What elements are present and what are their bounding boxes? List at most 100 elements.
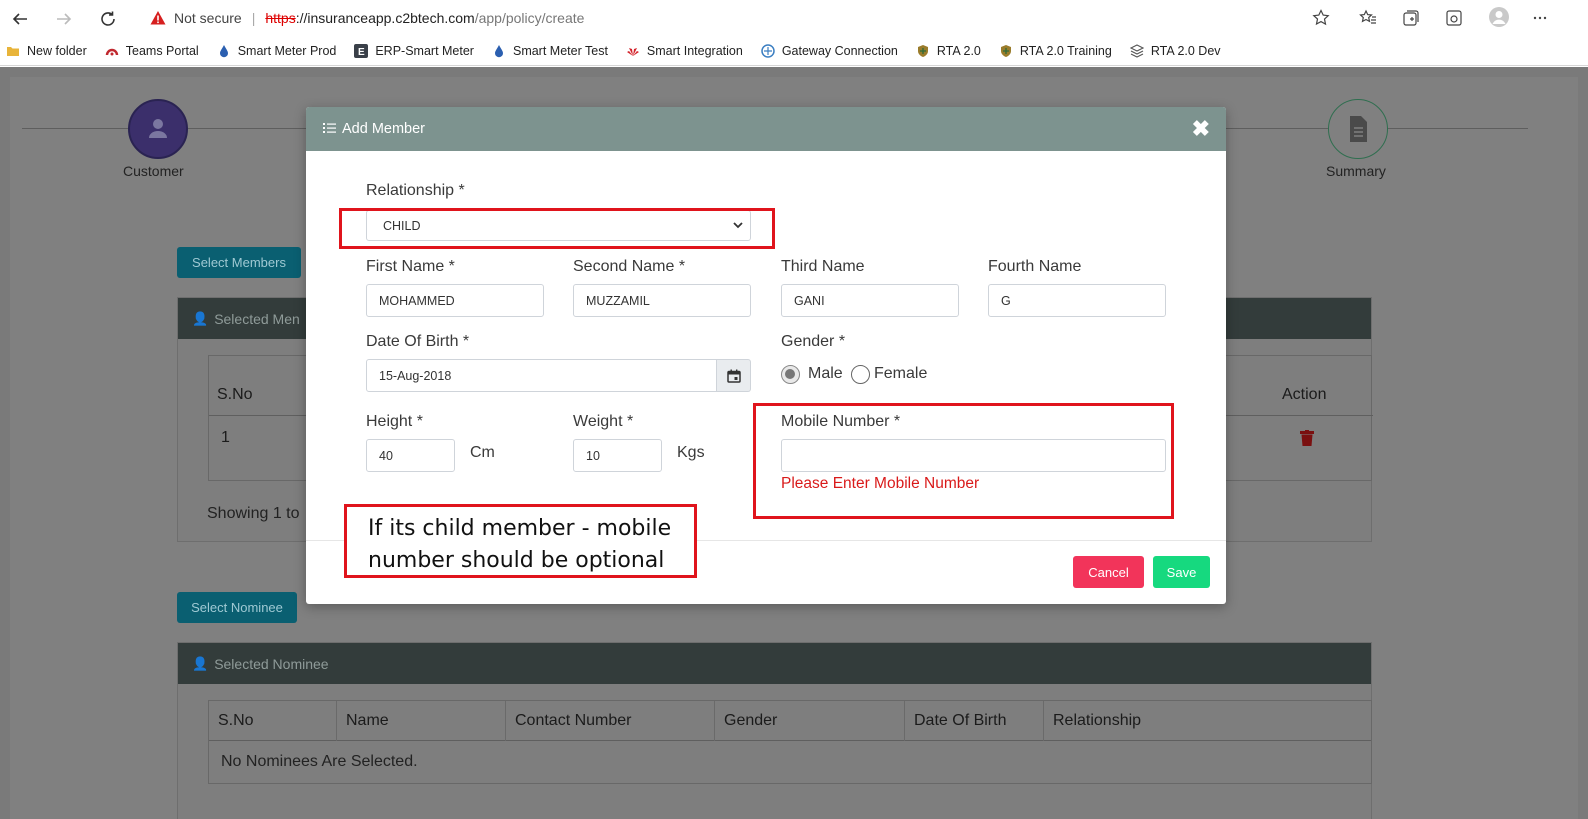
ie-mode-icon[interactable] bbox=[1442, 6, 1466, 30]
bookmark-label: New folder bbox=[27, 43, 87, 58]
profile-avatar-icon[interactable] bbox=[1487, 5, 1511, 29]
calendar-button[interactable] bbox=[717, 359, 751, 392]
cancel-button[interactable]: Cancel bbox=[1073, 556, 1144, 588]
step-customer[interactable] bbox=[128, 99, 188, 159]
members-showing-text: Showing 1 to bbox=[207, 505, 300, 522]
layers-icon bbox=[1129, 43, 1144, 58]
dob-label: Date Of Birth * bbox=[366, 333, 470, 350]
user-icon: 👤 bbox=[192, 310, 209, 326]
nominee-table-header: S.No Name Contact Number Gender Date Of … bbox=[209, 701, 1371, 741]
annotation-line-2: number should be optional bbox=[368, 548, 665, 573]
third-name-input[interactable]: GANI bbox=[781, 284, 959, 317]
svg-text:E: E bbox=[358, 47, 365, 58]
url-host: ://insuranceapp.c2btech.com bbox=[295, 10, 475, 26]
gender-female-radio[interactable] bbox=[851, 365, 870, 384]
bookmark-smart-meter-prod[interactable]: Smart Meter Prod bbox=[217, 43, 337, 58]
selected-nominee-title: Selected Nominee bbox=[214, 655, 329, 672]
selected-nominee-header: 👤 Selected Nominee bbox=[178, 643, 1371, 684]
bookmark-smart-meter-test[interactable]: Smart Meter Test bbox=[492, 44, 608, 58]
modal-header: Add Member ✖ bbox=[306, 107, 1226, 151]
nominee-col-name: Name bbox=[337, 701, 506, 741]
bookmark-label: Smart Integration bbox=[646, 43, 743, 58]
nominee-col-relationship: Relationship bbox=[1053, 712, 1142, 729]
favorite-add-icon[interactable] bbox=[1309, 6, 1333, 30]
dob-input[interactable]: 15-Aug-2018 bbox=[366, 359, 717, 392]
bookmark-label: Smart Meter Test bbox=[512, 43, 608, 58]
bookmark-label: Gateway Connection bbox=[781, 43, 898, 58]
select-nominee-button[interactable]: Select Nominee bbox=[177, 592, 297, 623]
nominee-col-dob: Date Of Birth bbox=[905, 701, 1044, 741]
url-path: /app/policy/create bbox=[474, 10, 585, 26]
gender-female-label: Female bbox=[874, 365, 928, 382]
close-icon[interactable]: ✖ bbox=[1192, 116, 1210, 142]
favorites-icon[interactable] bbox=[1356, 6, 1380, 30]
selected-nominee-panel: 👤 Selected Nominee S.No Name Contact Num… bbox=[177, 642, 1372, 819]
no-nominees-text: No Nominees Are Selected. bbox=[221, 753, 418, 770]
height-unit: Cm bbox=[470, 444, 495, 461]
mobile-highlight-box bbox=[753, 403, 1174, 519]
nominee-table: S.No Name Contact Number Gender Date Of … bbox=[208, 700, 1372, 784]
gender-male-radio[interactable] bbox=[781, 365, 800, 384]
weight-label: Weight * bbox=[573, 413, 634, 430]
second-name-input[interactable]: MUZZAMIL bbox=[573, 284, 751, 317]
modal-title: Add Member bbox=[342, 121, 426, 137]
bookmark-label: Smart Meter Prod bbox=[237, 43, 337, 58]
height-label: Height * bbox=[366, 413, 423, 430]
forward-arrow-icon[interactable] bbox=[53, 8, 75, 30]
gender-label: Gender * bbox=[781, 333, 846, 350]
url-scheme: https bbox=[265, 10, 296, 26]
drop-icon bbox=[219, 44, 228, 57]
second-name-label: Second Name * bbox=[573, 258, 686, 275]
step-label-summary: Summary bbox=[1326, 163, 1386, 179]
relationship-highlight-box bbox=[339, 208, 775, 249]
relationship-label: Relationship * bbox=[366, 182, 465, 199]
selected-members-title: Selected Men bbox=[214, 310, 300, 327]
weight-input[interactable]: 10 bbox=[573, 439, 662, 472]
bookmark-label: RTA 2.0 bbox=[936, 43, 981, 58]
annotation-note: If its child member - mobile number shou… bbox=[344, 504, 697, 578]
warning-icon bbox=[150, 11, 166, 25]
browser-toolbar: Not secure | https://insuranceapp.c2btec… bbox=[0, 0, 1588, 36]
bookmark-teams-portal[interactable]: Teams Portal bbox=[105, 44, 199, 58]
bookmark-rta-2[interactable]: RTA 2.0 bbox=[916, 44, 981, 58]
collections-icon[interactable] bbox=[1399, 6, 1423, 30]
gateway-icon bbox=[761, 43, 775, 58]
annotation-line-1: If its child member - mobile bbox=[368, 516, 672, 541]
bookmark-new-folder[interactable]: New folder bbox=[6, 44, 87, 58]
calendar-icon bbox=[726, 369, 741, 383]
url-bar[interactable]: Not secure | https://insuranceapp.c2btec… bbox=[138, 4, 1356, 32]
step-summary[interactable] bbox=[1328, 99, 1388, 159]
security-status[interactable]: Not secure bbox=[174, 10, 242, 26]
bookmark-smart-integration[interactable]: Smart Integration bbox=[626, 44, 743, 58]
teams-portal-icon bbox=[105, 48, 118, 55]
bookmark-erp-smart-meter[interactable]: E ERP-Smart Meter bbox=[354, 43, 474, 58]
refresh-icon[interactable] bbox=[97, 8, 119, 30]
list-icon bbox=[323, 122, 336, 137]
nominee-col-contact: Contact Number bbox=[506, 701, 715, 741]
folder-icon bbox=[7, 46, 19, 56]
first-name-input[interactable]: MOHAMMED bbox=[366, 284, 544, 317]
delete-trash-icon[interactable] bbox=[1300, 430, 1314, 451]
bookmark-gateway-connection[interactable]: Gateway Connection bbox=[761, 44, 898, 58]
crest-icon bbox=[1000, 44, 1011, 57]
user-icon bbox=[149, 119, 167, 138]
members-row-sno: 1 bbox=[221, 429, 230, 446]
nominee-col-gender: Gender bbox=[715, 701, 905, 741]
fourth-name-input[interactable]: G bbox=[988, 284, 1166, 317]
height-input[interactable]: 40 bbox=[366, 439, 455, 472]
bookmark-rta-2-dev[interactable]: RTA 2.0 Dev bbox=[1129, 43, 1221, 58]
save-button[interactable]: Save bbox=[1153, 556, 1210, 588]
third-name-label: Third Name bbox=[781, 258, 865, 275]
bookmark-label: RTA 2.0 Dev bbox=[1150, 43, 1221, 58]
back-arrow-icon[interactable] bbox=[9, 8, 31, 30]
more-menu-icon[interactable] bbox=[1528, 6, 1552, 30]
gender-male-label: Male bbox=[808, 365, 843, 382]
crest-icon bbox=[917, 44, 928, 57]
select-members-button[interactable]: Select Members bbox=[177, 247, 301, 278]
bookmark-rta-2-training[interactable]: RTA 2.0 Training bbox=[999, 44, 1112, 58]
drop-icon bbox=[494, 44, 503, 57]
members-col-sno: S.No bbox=[217, 386, 253, 403]
bookmarks-bar: New folder Teams Portal Smart Meter Prod… bbox=[0, 36, 1588, 66]
fourth-name-label: Fourth Name bbox=[988, 258, 1082, 275]
user-icon: 👤 bbox=[192, 655, 209, 671]
